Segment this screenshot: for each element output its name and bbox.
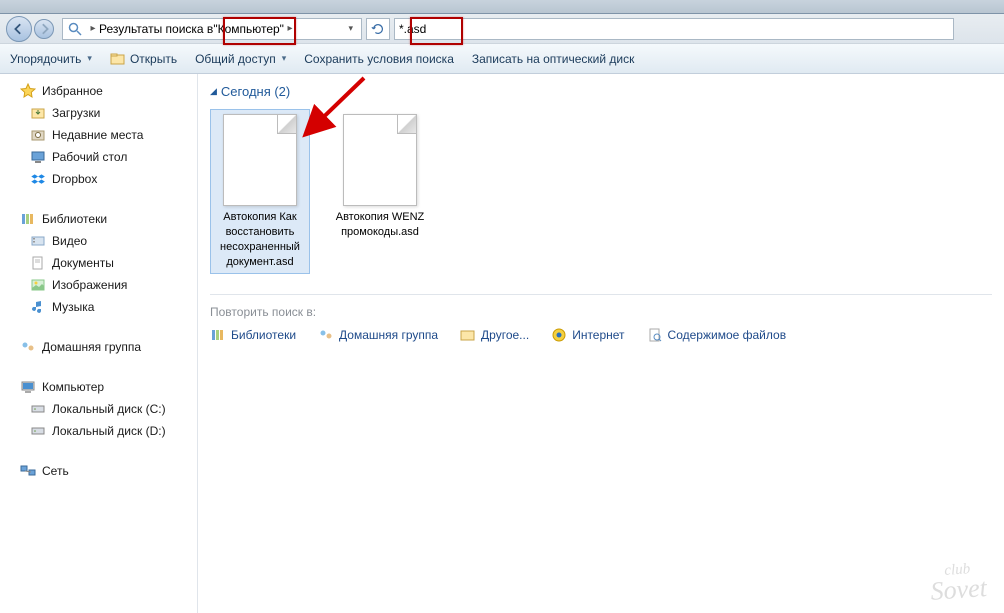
repeat-search-options: Библиотеки Домашняя группа Другое... Инт…	[210, 327, 992, 343]
main-area: Избранное Загрузки Недавние места Рабочи…	[0, 74, 1004, 613]
network-group: Сеть	[0, 460, 197, 482]
hdd-icon	[30, 423, 46, 439]
homegroup-icon	[20, 339, 36, 355]
repeat-option-homegroup[interactable]: Домашняя группа	[318, 327, 438, 343]
desktop-icon	[30, 149, 46, 165]
content-pane: ◢ Сегодня (2) Автокопия Как восстановить…	[198, 74, 1004, 613]
refresh-button[interactable]	[366, 18, 390, 40]
back-arrow-icon	[13, 23, 25, 35]
computer-icon	[20, 379, 36, 395]
save-search-button[interactable]: Сохранить условия поиска	[304, 52, 454, 66]
search-loc-icon	[67, 21, 83, 37]
repeat-search-section: Повторить поиск в: Библиотеки Домашняя г…	[210, 294, 992, 343]
file-item[interactable]: Автокопия Как восстановить несохраненный…	[210, 109, 310, 274]
favorites-header[interactable]: Избранное	[0, 80, 197, 102]
breadcrumb[interactable]: ▸ Результаты поиска в "Компьютер" ▸ ▾	[62, 18, 362, 40]
libraries-group: Библиотеки Видео Документы Изображения М…	[0, 208, 197, 318]
libraries-icon	[210, 327, 226, 343]
computer-group: Компьютер Локальный диск (C:) Локальный …	[0, 376, 197, 442]
sidebar-item-pictures[interactable]: Изображения	[0, 274, 197, 296]
libraries-icon	[20, 211, 36, 227]
file-item[interactable]: Автокопия WENZ промокоды.asd	[330, 109, 430, 274]
dropbox-icon	[30, 171, 46, 187]
repeat-option-other[interactable]: Другое...	[460, 327, 529, 343]
repeat-option-libraries[interactable]: Библиотеки	[210, 327, 296, 343]
network-icon	[20, 463, 36, 479]
search-input[interactable]	[399, 22, 949, 36]
address-bar: ▸ Результаты поиска в "Компьютер" ▸ ▾	[0, 14, 1004, 44]
sidebar-item-documents[interactable]: Документы	[0, 252, 197, 274]
star-icon	[20, 83, 36, 99]
sidebar-item-disk-c[interactable]: Локальный диск (C:)	[0, 398, 197, 420]
network-header[interactable]: Сеть	[0, 460, 197, 482]
homegroup-header[interactable]: Домашняя группа	[0, 336, 197, 358]
computer-header[interactable]: Компьютер	[0, 376, 197, 398]
filecontents-icon	[647, 327, 663, 343]
homegroup-icon	[318, 327, 334, 343]
hdd-icon	[30, 401, 46, 417]
repeat-option-internet[interactable]: Интернет	[551, 327, 624, 343]
file-name: Автокопия Как восстановить несохраненный…	[215, 210, 305, 269]
breadcrumb-prefix: Результаты поиска в	[99, 22, 213, 36]
back-button[interactable]	[6, 16, 32, 42]
recent-icon	[30, 127, 46, 143]
document-thumb-icon	[343, 114, 417, 206]
organize-button[interactable]: Упорядочить	[10, 52, 92, 66]
sidebar-item-dropbox[interactable]: Dropbox	[0, 168, 197, 190]
repeat-option-filecontents[interactable]: Содержимое файлов	[647, 327, 787, 343]
breadcrumb-dropdown[interactable]: ▾	[344, 23, 357, 34]
forward-button[interactable]	[34, 19, 54, 39]
pictures-icon	[30, 277, 46, 293]
sidebar-item-desktop[interactable]: Рабочий стол	[0, 146, 197, 168]
breadcrumb-location: "Компьютер"	[213, 22, 284, 36]
homegroup-group: Домашняя группа	[0, 336, 197, 358]
open-icon	[110, 51, 126, 67]
sidebar-item-downloads[interactable]: Загрузки	[0, 102, 197, 124]
sidebar-item-disk-d[interactable]: Локальный диск (D:)	[0, 420, 197, 442]
burn-button[interactable]: Записать на оптический диск	[472, 52, 635, 66]
libraries-header[interactable]: Библиотеки	[0, 208, 197, 230]
globe-icon	[551, 327, 567, 343]
refresh-icon	[371, 22, 385, 36]
file-list: Автокопия Как восстановить несохраненный…	[210, 109, 992, 274]
music-icon	[30, 299, 46, 315]
document-thumb-icon	[223, 114, 297, 206]
file-name: Автокопия WENZ промокоды.asd	[335, 210, 425, 240]
toolbar: Упорядочить Открыть Общий доступ Сохрани…	[0, 44, 1004, 74]
titlebar-stub	[0, 0, 1004, 14]
sidebar-item-videos[interactable]: Видео	[0, 230, 197, 252]
sidebar-item-recent[interactable]: Недавние места	[0, 124, 197, 146]
open-button[interactable]: Открыть	[110, 51, 177, 67]
sidebar-item-music[interactable]: Музыка	[0, 296, 197, 318]
documents-icon	[30, 255, 46, 271]
watermark: club Sovet	[928, 562, 987, 603]
repeat-search-label: Повторить поиск в:	[210, 305, 992, 319]
navigation-pane: Избранное Загрузки Недавние места Рабочи…	[0, 74, 198, 613]
downloads-icon	[30, 105, 46, 121]
video-icon	[30, 233, 46, 249]
forward-arrow-icon	[38, 23, 50, 35]
search-box[interactable]	[394, 18, 954, 40]
group-header-today[interactable]: ◢ Сегодня (2)	[210, 84, 992, 99]
favorites-group: Избранное Загрузки Недавние места Рабочи…	[0, 80, 197, 190]
share-button[interactable]: Общий доступ	[195, 52, 286, 66]
collapse-triangle-icon: ◢	[210, 86, 217, 97]
folder-icon	[460, 327, 476, 343]
